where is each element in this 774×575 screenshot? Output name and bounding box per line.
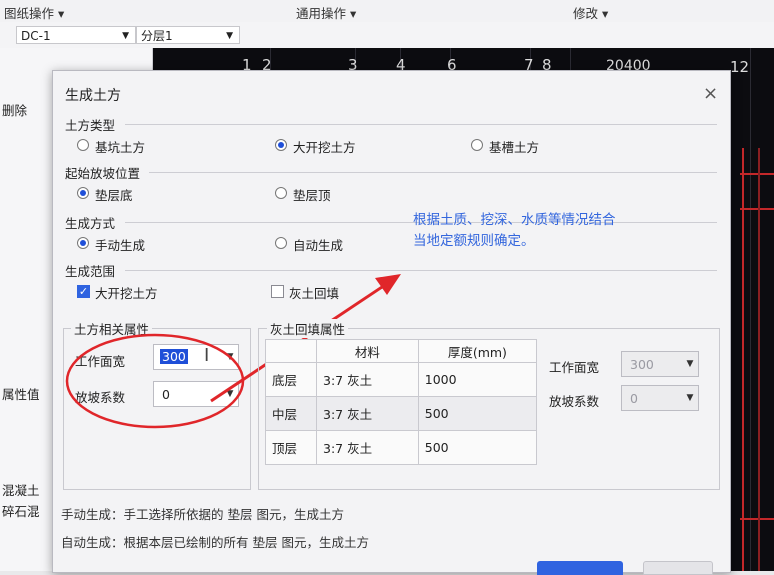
- backfill-slope-coef-field: 0 ▼: [621, 385, 699, 411]
- drawing-selector[interactable]: DC-1 ▼: [16, 26, 136, 44]
- column-header: [265, 339, 317, 363]
- material-cell[interactable]: 3:7 灰土: [316, 362, 419, 397]
- menu-drawing-ops[interactable]: 图纸操作 ▾: [4, 3, 64, 22]
- drawing-selector-value: DC-1: [21, 29, 51, 43]
- property-value-header: 属性值: [2, 387, 40, 402]
- chevron-down-icon: ▼: [226, 31, 233, 41]
- column-header: 厚度(mm): [417, 339, 538, 363]
- note-manual: 手动生成：手工选择所依据的 垫层 图元，生成土方: [61, 507, 344, 522]
- material-cell[interactable]: 3:7 灰土: [316, 430, 419, 465]
- red-grid-line: [740, 208, 774, 210]
- backfill-table: 材料 厚度(mm) 底层 3:7 灰土 1000 中层 3:7 灰土 500 顶…: [265, 339, 538, 465]
- chevron-down-icon: ▼: [686, 359, 694, 369]
- backfill-work-width-value: 300: [630, 357, 654, 372]
- thickness-cell[interactable]: 500: [417, 396, 538, 431]
- generate-earthwork-dialog: 生成土方 × 土方类型 基坑土方 大开挖土方 基槽土方 起始放坡位置 垫层底 垫…: [52, 70, 731, 575]
- backfill-work-width-field: 300 ▼: [621, 351, 699, 377]
- annotation-overlay: [65, 274, 401, 429]
- layer-cell: 中层: [265, 396, 317, 431]
- red-grid-line: [740, 518, 774, 520]
- layer-selector[interactable]: 分层1 ▼: [136, 26, 240, 44]
- secondary-toolbar: DC-1 ▼ 分层1 ▼: [0, 22, 774, 49]
- highlight-arrow-head: [375, 274, 401, 295]
- backfill-work-width-label: 工作面宽: [549, 360, 600, 375]
- backfill-slope-coef-value: 0: [630, 391, 638, 406]
- red-grid-line: [742, 148, 744, 571]
- backfill-slope-coef-label: 放坡系数: [549, 394, 600, 409]
- red-grid-line: [758, 148, 760, 571]
- chevron-down-icon: ▼: [686, 393, 694, 403]
- material-cell[interactable]: 3:7 灰土: [316, 396, 419, 431]
- cancel-button[interactable]: [643, 561, 713, 575]
- table-row[interactable]: 中层 3:7 灰土 500: [265, 396, 538, 431]
- concrete-label: 混凝土: [2, 483, 40, 498]
- gravel-label: 碎石混: [2, 504, 40, 519]
- annotation-line-1: 根据土质、挖深、水质等情况结合: [413, 212, 616, 228]
- layer-selector-value: 分层1: [141, 29, 173, 43]
- menu-common-ops[interactable]: 通用操作 ▾: [296, 3, 356, 22]
- table-row[interactable]: 顶层 3:7 灰土 500: [265, 430, 538, 465]
- layer-cell: 顶层: [265, 430, 317, 465]
- thickness-cell[interactable]: 500: [417, 430, 538, 465]
- column-header: 材料: [316, 339, 419, 363]
- layer-cell: 底层: [265, 362, 317, 397]
- grid-line: [750, 48, 751, 571]
- highlight-ellipse: [65, 333, 245, 429]
- annotation-line-2: 当地定额规则确定。: [413, 233, 535, 249]
- red-grid-line: [740, 173, 774, 175]
- backfill-heading: 灰土回填属性: [267, 319, 349, 338]
- chevron-down-icon: ▼: [122, 31, 129, 41]
- table-row[interactable]: 底层 3:7 灰土 1000: [265, 362, 538, 397]
- top-menu-bar: 图纸操作 ▾ 通用操作 ▾ 修改 ▾: [0, 0, 774, 23]
- thickness-cell[interactable]: 1000: [417, 362, 538, 397]
- note-auto: 自动生成：根据本层已绘制的所有 垫层 图元，生成土方: [61, 535, 369, 550]
- annotation-text: 根据土质、挖深、水质等情况结合 当地定额规则确定。: [413, 210, 616, 252]
- axis-label: 12: [730, 58, 750, 76]
- ok-button[interactable]: [537, 561, 623, 575]
- table-header-row: 材料 厚度(mm): [265, 339, 538, 363]
- delete-button[interactable]: 删除: [2, 100, 27, 119]
- menu-modify[interactable]: 修改 ▾: [573, 3, 608, 22]
